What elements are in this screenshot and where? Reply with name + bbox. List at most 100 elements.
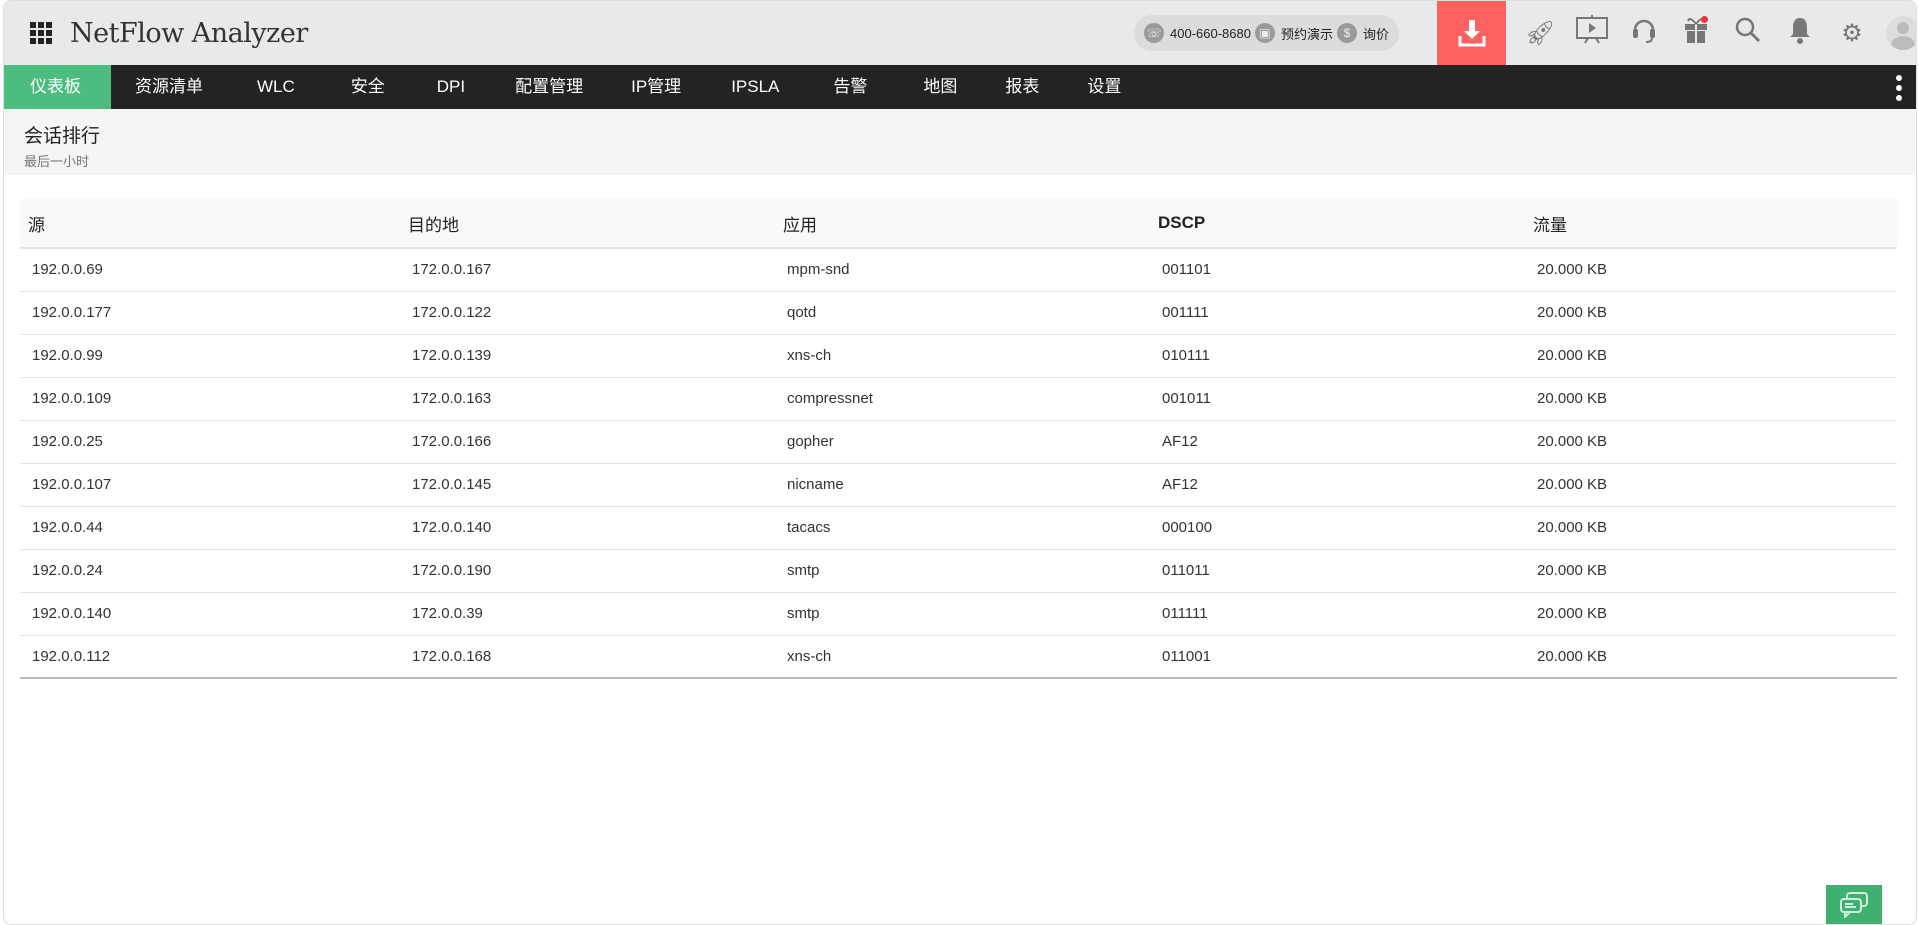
phone-number[interactable]: 400-660-8680 — [1170, 26, 1251, 41]
cell-source: 192.0.0.25 — [20, 420, 400, 464]
conversations-table: 源 目的地 应用 DSCP 流量 192.0.0.69 172.0.0.167 mp… — [20, 199, 1897, 679]
top-header: NetFlow Analyzer ☏ 400-660-8680 ▣ 预约演示 $… — [4, 1, 1916, 65]
nav-config-management[interactable]: 配置管理 — [491, 65, 607, 109]
table-row[interactable]: 192.0.0.99 172.0.0.139 xns-ch 010111 20.000 … — [20, 334, 1897, 378]
cell-dscp: 000100 — [1150, 506, 1525, 550]
avatar[interactable] — [1886, 16, 1916, 50]
column-header-application[interactable]: 应用 — [775, 199, 1150, 249]
cell-traffic: 20.000 KB — [1525, 549, 1897, 593]
cell-source: 192.0.0.177 — [20, 291, 400, 335]
cell-traffic: 20.000 KB — [1525, 635, 1897, 679]
cell-traffic: 20.000 KB — [1525, 506, 1897, 550]
more-menu-icon[interactable] — [1896, 75, 1902, 101]
cell-dscp: AF12 — [1150, 463, 1525, 507]
table-row[interactable]: 192.0.0.112 172.0.0.168 xns-ch 011001 20.000… — [20, 635, 1897, 679]
headset-icon[interactable] — [1618, 16, 1670, 51]
table-row[interactable]: 192.0.0.140 172.0.0.39 smtp 011111 20.000 KB — [20, 592, 1897, 636]
cell-application: mpm-snd — [775, 248, 1150, 292]
nav-dpi[interactable]: DPI — [411, 65, 491, 109]
cell-dscp: 001101 — [1150, 248, 1525, 292]
cell-dscp: 010111 — [1150, 334, 1525, 378]
table-row[interactable]: 192.0.0.44 172.0.0.140 tacacs 000100 20.000 … — [20, 506, 1897, 550]
cell-source: 192.0.0.69 — [20, 248, 400, 292]
contact-bar: ☏ 400-660-8680 ▣ 预约演示 $ 询价 — [1134, 15, 1399, 51]
chat-icon — [1840, 891, 1868, 918]
cell-application: compressnet — [775, 377, 1150, 421]
table-row[interactable]: 192.0.0.25 172.0.0.166 gopher AF12 20.000 KB — [20, 420, 1897, 464]
cell-dscp: 011111 — [1150, 592, 1525, 636]
table-row[interactable]: 192.0.0.24 172.0.0.190 smtp 011011 20.000 KB — [20, 549, 1897, 593]
nav-maps[interactable]: 地图 — [895, 65, 985, 109]
cell-traffic: 20.000 KB — [1525, 291, 1897, 335]
cell-source: 192.0.0.140 — [20, 592, 400, 636]
cell-source: 192.0.0.107 — [20, 463, 400, 507]
nav-ip-management[interactable]: IP管理 — [607, 65, 705, 109]
cell-source: 192.0.0.99 — [20, 334, 400, 378]
search-icon[interactable] — [1722, 16, 1774, 51]
cell-dscp: 011011 — [1150, 549, 1525, 593]
dollar-icon: $ — [1336, 23, 1357, 43]
cell-traffic: 20.000 KB — [1525, 420, 1897, 464]
chat-button[interactable] — [1826, 885, 1882, 924]
phone-icon: ☏ — [1144, 23, 1164, 43]
cell-dscp: 011001 — [1150, 635, 1525, 679]
cell-destination: 172.0.0.139 — [400, 334, 775, 378]
cell-traffic: 20.000 KB — [1525, 377, 1897, 421]
cell-application: xns-ch — [775, 635, 1150, 679]
column-header-source[interactable]: 源 — [20, 199, 400, 249]
cell-application: tacacs — [775, 506, 1150, 550]
main-nav: 仪表板 资源清单 WLC 安全 DPI 配置管理 IP管理 IPSLA 告警 地… — [4, 65, 1916, 109]
presentation-icon[interactable] — [1566, 14, 1618, 52]
nav-ipsla[interactable]: IPSLA — [705, 65, 805, 109]
gift-icon[interactable] — [1670, 15, 1722, 51]
cell-traffic: 20.000 KB — [1525, 334, 1897, 378]
cell-destination: 172.0.0.168 — [400, 635, 775, 679]
cell-destination: 172.0.0.166 — [400, 420, 775, 464]
notification-dot — [1701, 15, 1708, 23]
cell-traffic: 20.000 KB — [1525, 463, 1897, 507]
app-title: NetFlow Analyzer — [70, 17, 308, 49]
cell-traffic: 20.000 KB — [1525, 248, 1897, 292]
cell-application: gopher — [775, 420, 1150, 464]
cell-application: smtp — [775, 549, 1150, 593]
cell-destination: 172.0.0.163 — [400, 377, 775, 421]
page-header: 会话排行 最后一小时 — [4, 109, 1916, 175]
cell-source: 192.0.0.24 — [20, 549, 400, 593]
table-row[interactable]: 192.0.0.109 172.0.0.163 compressnet 001011 2… — [20, 377, 1897, 421]
app-grid-icon[interactable] — [30, 22, 52, 44]
demo-link[interactable]: 预约演示 — [1281, 24, 1333, 43]
cell-application: smtp — [775, 592, 1150, 636]
table-header-row: 源 目的地 应用 DSCP 流量 — [20, 199, 1897, 249]
download-button[interactable] — [1437, 1, 1506, 65]
page-title: 会话排行 — [24, 126, 101, 147]
nav-dashboard[interactable]: 仪表板 — [4, 65, 111, 109]
rocket-icon[interactable]: 🚀︎ — [1514, 19, 1566, 48]
cell-dscp: 001011 — [1150, 377, 1525, 421]
nav-security[interactable]: 安全 — [325, 65, 411, 109]
price-link[interactable]: 询价 — [1363, 24, 1389, 43]
column-header-dscp[interactable]: DSCP — [1150, 199, 1525, 249]
cell-source: 192.0.0.112 — [20, 635, 400, 679]
cell-application: xns-ch — [775, 334, 1150, 378]
cell-source: 192.0.0.44 — [20, 506, 400, 550]
table-row[interactable]: 192.0.0.69 172.0.0.167 mpm-snd 001101 20.000… — [20, 248, 1897, 292]
app-window: NetFlow Analyzer ☏ 400-660-8680 ▣ 预约演示 $… — [3, 0, 1917, 925]
nav-reports[interactable]: 报表 — [985, 65, 1059, 109]
cell-destination: 172.0.0.145 — [400, 463, 775, 507]
cell-destination: 172.0.0.39 — [400, 592, 775, 636]
column-header-traffic[interactable]: 流量 — [1525, 199, 1897, 249]
nav-alarms[interactable]: 告警 — [805, 65, 895, 109]
table-row[interactable]: 192.0.0.107 172.0.0.145 nicname AF12 20.000 … — [20, 463, 1897, 507]
column-header-destination[interactable]: 目的地 — [400, 199, 775, 249]
download-icon — [1458, 20, 1485, 47]
demo-icon: ▣ — [1254, 23, 1275, 43]
gear-icon[interactable]: ⚙ — [1826, 19, 1878, 48]
cell-destination: 172.0.0.140 — [400, 506, 775, 550]
table-row[interactable]: 192.0.0.177 172.0.0.122 qotd 001111 20.000 K… — [20, 291, 1897, 335]
nav-settings[interactable]: 设置 — [1059, 65, 1149, 109]
bell-icon[interactable] — [1774, 16, 1826, 51]
nav-wlc[interactable]: WLC — [227, 65, 325, 109]
nav-inventory[interactable]: 资源清单 — [111, 65, 227, 109]
cell-destination: 172.0.0.122 — [400, 291, 775, 335]
cell-source: 192.0.0.109 — [20, 377, 400, 421]
